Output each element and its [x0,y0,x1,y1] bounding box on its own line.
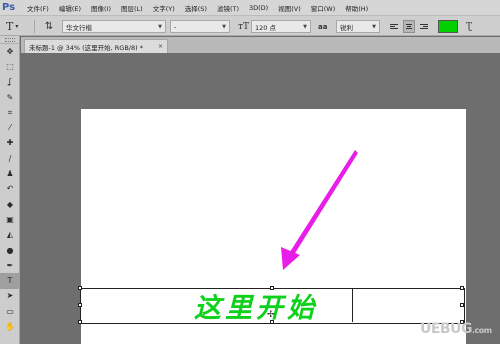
transform-handle[interactable] [78,320,82,324]
chevron-down-icon: ▼ [303,23,307,30]
font-size-icon: ᴛT [238,21,249,32]
menu-view[interactable]: 视图(V) [273,3,306,13]
transform-handle[interactable] [460,286,464,290]
text-orientation-icon[interactable]: ⇅ [42,20,56,33]
tool-preset-picker[interactable]: T ▾ [6,20,26,33]
font-size-select[interactable]: 120 点 ▼ [251,20,311,33]
watermark-suffix: .com [471,326,492,335]
marquee-tool[interactable]: ⬚ [0,59,20,74]
align-center-button[interactable] [403,20,415,33]
text-color-swatch[interactable] [438,20,458,33]
menu-layer[interactable]: 图层(L) [116,3,148,13]
menu-file[interactable]: 文件(F) [22,3,54,13]
align-left-button[interactable] [388,20,400,33]
chevron-down-icon: ▼ [158,23,162,30]
path-select-tool[interactable]: ➤ [0,289,20,304]
photoshop-logo: Ps [1,0,16,15]
dodge-tool[interactable]: ● [0,243,20,258]
font-style-value: - [174,22,177,31]
lasso-tool[interactable]: ʆ [0,75,20,90]
typed-text[interactable]: 这里开始 [194,287,318,324]
menu-filter[interactable]: 滤镜(T) [212,3,244,13]
crop-tool[interactable]: ⌗ [0,105,20,120]
close-icon[interactable]: × [158,43,163,50]
chevron-down-icon: ▼ [372,23,376,30]
menu-image[interactable]: 图像(I) [86,3,116,13]
type-tool-icon: T [6,20,14,33]
font-family-select[interactable]: 华文行楷 ▼ [62,20,166,33]
move-tool[interactable]: ✥ [0,44,20,59]
anti-alias-select[interactable]: 锐利 ▼ [336,20,380,33]
font-style-select[interactable]: - ▼ [170,20,230,33]
divider [34,20,35,33]
transform-handle[interactable] [460,303,464,307]
panel-grip[interactable] [0,36,19,44]
font-family-value: 华文行楷 [66,23,92,32]
menu-select[interactable]: 选择(S) [180,3,212,13]
healing-tool[interactable]: ✚ [0,136,20,151]
menu-type[interactable]: 文字(Y) [148,3,180,13]
document-tab-strip: 未标题-1 @ 34% (这里开始, RGB/8) * × [21,37,500,53]
transform-handle[interactable] [78,286,82,290]
reference-point-icon: ✢ [267,310,275,320]
quick-select-tool[interactable]: ✎ [0,90,20,105]
menu-bar: Ps 文件(F) 编辑(E) 图像(I) 图层(L) 文字(Y) 选择(S) 滤… [0,0,500,15]
anti-alias-value: 锐利 [340,23,353,32]
tools-panel: ✥ ⬚ ʆ ✎ ⌗ ⁄ ✚ ∕ ♟ ↶ ◆ ▣ ◭ ● ✒ T ➤ ▭ ✋ [0,36,20,344]
menu-window[interactable]: 窗口(W) [306,3,341,13]
eraser-tool[interactable]: ◆ [0,197,20,212]
blur-tool[interactable]: ◭ [0,228,20,243]
transform-handle[interactable] [78,303,82,307]
hand-tool[interactable]: ✋ [0,319,20,334]
brush-tool[interactable]: ∕ [0,151,20,166]
watermark-main: UEBUG [420,321,472,337]
anti-alias-icon: aa [318,22,328,31]
chevron-down-icon: ▾ [15,23,19,30]
menu-edit[interactable]: 编辑(E) [54,3,86,13]
document-tab-title: 未标题-1 @ 34% (这里开始, RGB/8) * [29,43,143,52]
eyedropper-tool[interactable]: ⁄ [0,120,20,135]
watermark-logo: UEBUG.com [420,321,492,337]
menu-help[interactable]: 帮助(H) [340,3,373,13]
text-cursor [352,289,353,322]
gradient-tool[interactable]: ▣ [0,212,20,227]
stamp-tool[interactable]: ♟ [0,166,20,181]
history-brush-tool[interactable]: ↶ [0,182,20,197]
font-size-value: 120 点 [255,23,276,32]
chevron-down-icon: ▼ [222,23,226,30]
options-bar: T ▾ ⇅ 华文行楷 ▼ - ▼ ᴛT 120 点 ▼ aa 锐利 ▼ Ʈ [0,15,500,36]
shape-tool[interactable]: ▭ [0,304,20,319]
menu-3d[interactable]: 3D(D) [244,4,273,12]
document-tab[interactable]: 未标题-1 @ 34% (这里开始, RGB/8) * × [24,39,168,53]
warp-text-icon[interactable]: Ʈ [466,20,480,33]
align-right-button[interactable] [418,20,430,33]
pen-tool[interactable]: ✒ [0,258,20,273]
type-tool[interactable]: T [0,273,20,289]
